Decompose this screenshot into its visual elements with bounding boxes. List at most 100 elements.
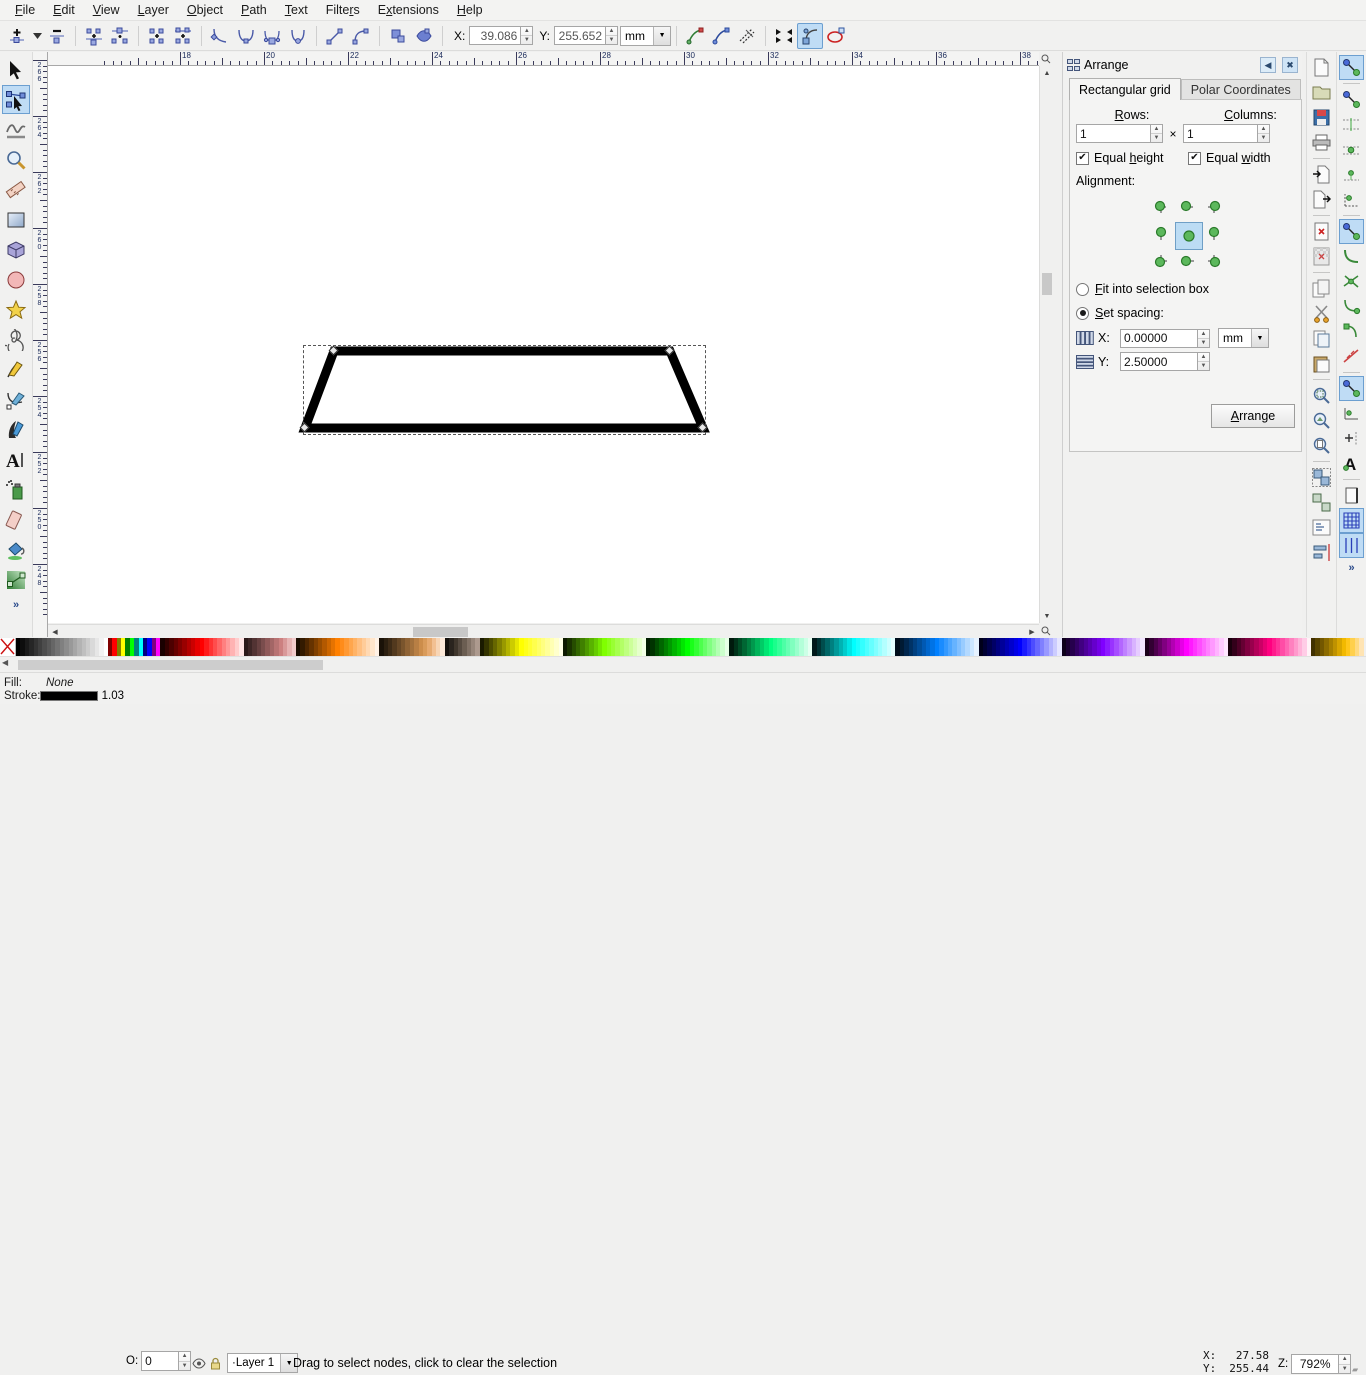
snap-bbox-corner-button[interactable]: [1339, 137, 1364, 162]
vertical-scroll-thumb[interactable]: [1042, 273, 1052, 295]
tab-rectangular-grid[interactable]: Rectangular grid: [1069, 78, 1181, 100]
layer-selector[interactable]: ·Layer 1 ▼: [227, 1353, 299, 1373]
preferences-button[interactable]: [1309, 244, 1334, 269]
menu-object[interactable]: Object: [178, 1, 232, 20]
snap-path-button[interactable]: [1339, 244, 1364, 269]
horizontal-ruler[interactable]: 18 20 22 24 26 28 30 32 34 36 38: [48, 52, 1053, 66]
x-coord-input[interactable]: [469, 26, 522, 45]
delete-node-button[interactable]: [44, 23, 70, 49]
zoom-spin-buttons[interactable]: ▲ ▼: [1339, 1354, 1352, 1374]
menu-text[interactable]: Text: [276, 1, 317, 20]
snap-rotation-center-button[interactable]: [1339, 426, 1364, 451]
tab-polar-coordinates[interactable]: Polar Coordinates: [1180, 79, 1301, 100]
columns-spinner[interactable]: ▲▼: [1183, 124, 1270, 143]
align-middle-right[interactable]: [1203, 223, 1225, 245]
align-button[interactable]: [1309, 540, 1334, 565]
edit-clip-path-button[interactable]: [797, 22, 824, 49]
spacing-x-input[interactable]: [1120, 328, 1198, 348]
spacing-x-spinner[interactable]: ▲▼: [1120, 328, 1210, 348]
snap-bbox-edge-button[interactable]: [1339, 112, 1364, 137]
insert-node-button[interactable]: [4, 23, 30, 49]
spacing-y-spin-buttons[interactable]: ▲ ▼: [1198, 352, 1210, 371]
save-document-button[interactable]: [1309, 105, 1334, 130]
palette-scrollbar[interactable]: ◀: [0, 656, 1366, 672]
paste-button[interactable]: [1309, 351, 1334, 376]
edit-mask-path-button[interactable]: [823, 23, 849, 49]
snap-object-center-button[interactable]: [1339, 401, 1364, 426]
spacing-y-spinner[interactable]: ▲▼: [1120, 352, 1210, 371]
set-spacing-radio[interactable]: Set spacing:: [1076, 306, 1295, 320]
join-nodes-button[interactable]: [81, 23, 107, 49]
resize-grip[interactable]: ▰: [1352, 1365, 1358, 1374]
paint-bucket-tool[interactable]: [2, 535, 30, 564]
snap-smooth-node-button[interactable]: [1339, 319, 1364, 344]
ellipse-tool[interactable]: [2, 265, 30, 294]
join-segment-button[interactable]: [144, 23, 170, 49]
x-coord-spin-buttons[interactable]: ▲ ▼: [521, 26, 534, 45]
zoom-spinner[interactable]: ▲▼: [1291, 1354, 1352, 1374]
canvas-horizontal-scrollbar[interactable]: ◀ ▶: [48, 624, 1039, 638]
vertical-ruler[interactable]: 2 6 6 2 6 4 2 6 2 2 6 0 2 5 8 2 5 6 2 5 4 2 5 2…: [33, 52, 48, 637]
opacity-input[interactable]: [141, 1351, 180, 1371]
next-path-effect-param-button[interactable]: [771, 23, 797, 49]
menu-view[interactable]: View: [84, 1, 129, 20]
selector-tool[interactable]: [2, 55, 30, 84]
flatten-stroke-button[interactable]: [411, 23, 437, 49]
spray-tool[interactable]: [2, 475, 30, 504]
unit-selector[interactable]: mm ▼: [620, 25, 672, 46]
document-page[interactable]: [48, 66, 1053, 623]
new-document-button[interactable]: [1309, 55, 1334, 80]
eraser-tool[interactable]: [2, 505, 30, 534]
import-button[interactable]: [1309, 162, 1334, 187]
object-to-path-button[interactable]: [385, 23, 411, 49]
align-bottom-right[interactable]: [1203, 250, 1225, 272]
snap-others-toggle[interactable]: [1339, 376, 1364, 401]
group-button[interactable]: [1309, 465, 1334, 490]
equal-width-checkbox[interactable]: Equal width: [1188, 151, 1271, 165]
node-tool[interactable]: [2, 85, 30, 114]
menu-help[interactable]: Help: [448, 1, 492, 20]
align-top-right[interactable]: [1203, 196, 1225, 218]
scroll-down-arrow[interactable]: ▼: [1040, 609, 1054, 623]
palette-scroll-thumb[interactable]: [18, 660, 323, 670]
ungroup-button[interactable]: [1309, 490, 1334, 515]
fit-into-selection-radio[interactable]: Fit into selection box: [1076, 282, 1295, 296]
menu-filters[interactable]: Filters: [317, 1, 369, 20]
snap-bbox-toggle[interactable]: [1339, 87, 1364, 112]
delete-segment-button[interactable]: [170, 23, 196, 49]
cut-button[interactable]: [1309, 301, 1334, 326]
snap-cusp-node-button[interactable]: [1339, 294, 1364, 319]
snap-nodes-toggle[interactable]: [1339, 219, 1364, 244]
zoom-selection-button[interactable]: [1309, 383, 1334, 408]
snap-guide-toggle[interactable]: [1339, 533, 1364, 558]
align-middle-left[interactable]: [1150, 223, 1172, 245]
y-coord-spinner[interactable]: ▲▼: [554, 26, 619, 45]
zoom-input[interactable]: [1291, 1354, 1340, 1374]
palette-swatch[interactable]: [1359, 638, 1364, 656]
make-smooth-button[interactable]: [233, 23, 259, 49]
snap-page-border-button[interactable]: [1339, 483, 1364, 508]
make-symmetric-button[interactable]: [259, 23, 285, 49]
color-palette[interactable]: [0, 638, 1366, 656]
box3d-tool[interactable]: [2, 235, 30, 264]
rows-input[interactable]: [1076, 124, 1151, 143]
rectangle-tool[interactable]: [2, 205, 30, 234]
menu-edit[interactable]: Edit: [44, 1, 84, 20]
menu-layer[interactable]: Layer: [129, 1, 178, 20]
fill-row[interactable]: Fill: None: [4, 676, 124, 689]
columns-input[interactable]: [1183, 124, 1258, 143]
snap-text-baseline-button[interactable]: A: [1339, 451, 1364, 476]
opacity-spinner[interactable]: ▲▼: [141, 1351, 192, 1371]
spiral-tool[interactable]: [2, 325, 30, 354]
show-transform-handles-button[interactable]: [682, 23, 708, 49]
align-bottom-left[interactable]: [1150, 250, 1172, 272]
spacing-unit-selector[interactable]: mm ▼: [1218, 328, 1269, 348]
palette-scroll-left-arrow[interactable]: ◀: [2, 658, 8, 667]
x-coord-spinner[interactable]: ▲▼: [469, 26, 534, 45]
duplicate-button[interactable]: [1309, 276, 1334, 301]
align-center-center[interactable]: [1175, 222, 1203, 250]
menu-path[interactable]: Path: [232, 1, 276, 20]
snap-grid-toggle[interactable]: [1339, 508, 1364, 533]
opacity-spin-buttons[interactable]: ▲ ▼: [179, 1351, 192, 1371]
break-nodes-button[interactable]: [107, 23, 133, 49]
